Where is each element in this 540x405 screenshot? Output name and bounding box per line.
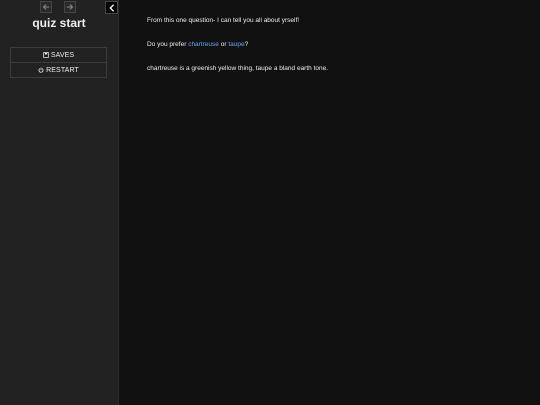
passage-line-description: chartreuse is a greenish yellow thing, t… (147, 65, 329, 72)
question-middle: or (218, 41, 229, 48)
power-icon (38, 67, 44, 73)
right-arrow-icon (66, 4, 74, 10)
story-title: quiz start (32, 16, 86, 30)
floppy-disk-icon (43, 52, 49, 58)
passage-line-question: Do you prefer chartreuse or taupe? (147, 41, 517, 49)
passage-line-intro: From this one question- I can tell you a… (147, 17, 300, 24)
saves-label: SAVES (50, 51, 75, 59)
left-arrow-icon (42, 4, 50, 10)
story-menu: SAVES RESTART (10, 47, 107, 78)
passage: From this one question- I can tell you a… (147, 17, 517, 89)
restart-label: RESTART (46, 66, 79, 74)
question-prefix: Do you prefer (147, 41, 189, 48)
ui-bar: quiz start SAVES RESTART (0, 0, 119, 405)
question-suffix: ? (244, 41, 249, 48)
chevron-left-icon (108, 3, 114, 12)
sidebar-toggle-button[interactable] (105, 1, 118, 14)
taupe-link[interactable]: taupe (228, 41, 244, 48)
restart-button[interactable]: RESTART (11, 62, 106, 77)
history-forward-button[interactable] (64, 1, 76, 13)
history-back-button[interactable] (40, 1, 52, 13)
saves-button[interactable]: SAVES (11, 48, 106, 62)
chartreuse-link[interactable]: chartreuse (188, 41, 219, 48)
